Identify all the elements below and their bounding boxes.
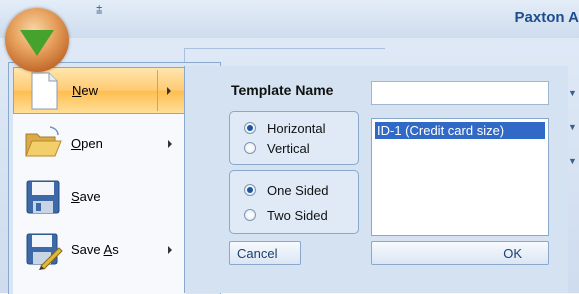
menu-item-new[interactable]: New: [13, 67, 186, 114]
split-divider: [157, 70, 158, 111]
radio-label: Horizontal: [267, 120, 326, 136]
menu-item-label: Save As: [71, 242, 119, 257]
radio-two-sided[interactable]: Two Sided: [244, 206, 328, 224]
save-as-icon: [23, 230, 63, 270]
cancel-button[interactable]: Cancel: [229, 241, 301, 265]
chevron-down-icon[interactable]: ▼: [568, 88, 577, 98]
app-title: Paxton A: [514, 9, 579, 26]
menu-item-label: Open: [71, 136, 103, 151]
save-disk-icon: [23, 177, 63, 217]
radio-button[interactable]: [244, 184, 256, 196]
radio-label: One Sided: [267, 182, 329, 198]
ok-button[interactable]: OK: [371, 241, 549, 265]
radio-button[interactable]: [244, 209, 256, 221]
title-bar: ⩲ Paxton A: [0, 0, 579, 39]
chevron-down-icon[interactable]: ▼: [568, 156, 577, 166]
open-folder-icon: [23, 124, 63, 164]
submenu-arrow-icon[interactable]: [167, 86, 171, 95]
quick-access-customize-icon[interactable]: ⩲: [96, 4, 102, 17]
submenu-arrow-icon[interactable]: [168, 245, 172, 254]
menu-item-save[interactable]: Save: [13, 173, 186, 220]
chevron-down-icon[interactable]: ▼: [568, 122, 577, 132]
radio-button[interactable]: [244, 142, 256, 154]
radio-label: Two Sided: [267, 207, 328, 223]
menu-item-label: Save: [71, 189, 101, 204]
list-item[interactable]: ID-1 (Credit card size): [375, 122, 545, 139]
submenu-arrow-icon[interactable]: [168, 139, 172, 148]
application-button[interactable]: [5, 8, 69, 72]
new-document-icon: [24, 71, 64, 111]
radio-vertical[interactable]: Vertical: [244, 139, 310, 157]
radio-button[interactable]: [244, 122, 256, 134]
menu-item-save-as[interactable]: Save As: [13, 226, 186, 273]
radio-horizontal[interactable]: Horizontal: [244, 119, 326, 137]
orientation-group: Horizontal Vertical: [229, 111, 359, 165]
application-arrow-icon: [20, 30, 54, 56]
radio-label: Vertical: [267, 140, 310, 156]
card-size-list[interactable]: ID-1 (Credit card size): [371, 118, 549, 236]
sides-group: One Sided Two Sided: [229, 170, 359, 234]
menu-item-open[interactable]: Open: [13, 120, 186, 167]
menu-item-label: New: [72, 83, 99, 98]
template-name-input[interactable]: [371, 81, 549, 105]
new-template-panel: Template Name Horizontal Vertical One Si…: [184, 66, 568, 293]
template-name-label: Template Name: [231, 82, 334, 98]
radio-one-sided[interactable]: One Sided: [244, 181, 328, 199]
